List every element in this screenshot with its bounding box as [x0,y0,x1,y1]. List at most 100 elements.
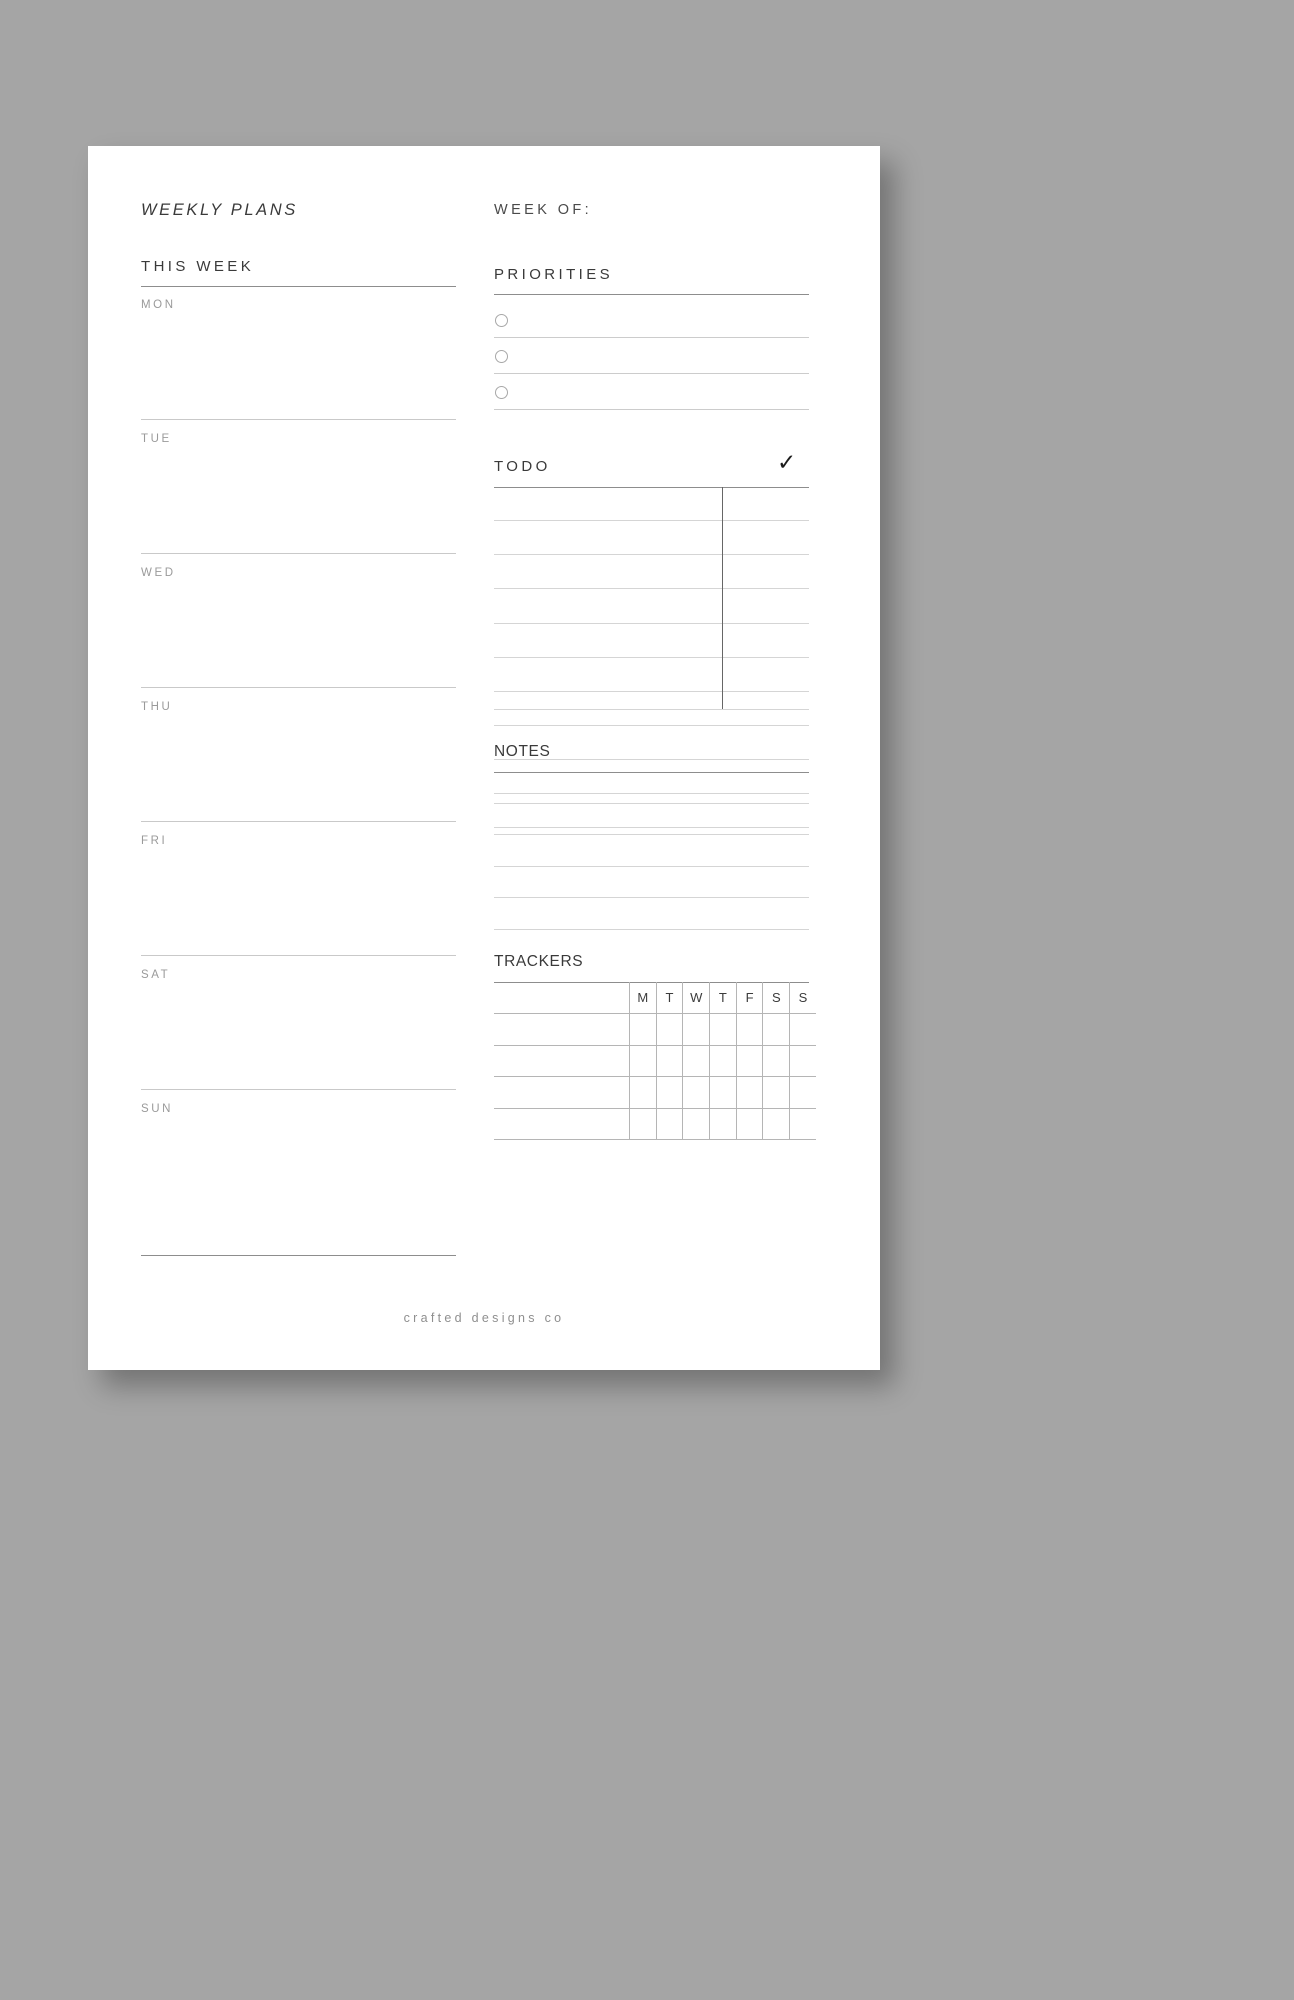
notes-heading: NOTES [494,743,551,760]
tracker-day-cell[interactable] [709,1044,737,1077]
todo-row[interactable] [494,624,809,658]
priorities-list [494,302,809,410]
tracker-day-cell[interactable] [682,1076,711,1109]
tracker-day-cell[interactable] [735,1013,764,1046]
priority-row[interactable] [494,374,809,410]
tracker-day-cell[interactable] [762,1013,791,1046]
this-week-divider [141,286,456,287]
tracker-day-cell[interactable] [762,1076,791,1109]
todo-row[interactable] [494,555,809,590]
trackers-row [494,1107,816,1140]
circle-checkbox-icon[interactable] [495,386,508,399]
day-label: TUE [141,433,172,445]
footer-brand: crafted designs co [403,1311,565,1325]
note-line[interactable] [494,835,809,867]
note-line[interactable] [494,867,809,898]
tracker-day-cell[interactable] [709,1107,737,1140]
day-divider [141,821,456,822]
trackers-row [494,1044,816,1077]
planner-page: WEEKLY PLANS THIS WEEK MON TUE WED THU FRI SA… [88,146,880,1370]
this-week-heading-row: THIS WEEK [141,258,254,276]
tracker-day-cell[interactable] [629,1044,657,1077]
trackers-row [494,1076,816,1109]
day-writing-area[interactable] [141,981,456,1089]
todo-row[interactable] [494,487,809,522]
tracker-day-cell[interactable] [789,1044,816,1077]
tracker-day-cell[interactable] [629,1076,657,1109]
day-block-sat: SAT [141,962,456,1096]
tracker-day-cell[interactable] [709,1076,737,1109]
day-writing-area[interactable] [141,445,456,553]
circle-checkbox-icon[interactable] [495,314,508,327]
note-line[interactable] [494,898,809,930]
day-divider [141,419,456,420]
trackers-header-row: MTWTFSS [494,982,816,1014]
day-divider [141,687,456,688]
trackers-day-header: S [762,982,791,1014]
trackers-heading-row: TRACKERS [494,953,583,971]
priority-write-line [494,409,809,410]
tracker-day-cell[interactable] [682,1013,711,1046]
todo-row[interactable] [494,521,809,556]
tracker-day-cell[interactable] [655,1076,684,1109]
week-of-row: WEEK OF: [494,201,592,219]
day-block-sun: SUN [141,1096,456,1262]
tracker-day-cell[interactable] [682,1107,711,1140]
this-week-heading: THIS WEEK [141,258,255,275]
priorities-divider [494,294,809,295]
tracker-day-cell[interactable] [789,1013,816,1046]
day-writing-area[interactable] [141,579,456,687]
todo-row[interactable] [494,658,809,692]
todo-table [494,487,809,829]
day-writing-area[interactable] [141,311,456,419]
todo-table-bottom-rule [494,709,809,710]
tracker-name-cell[interactable] [494,1076,630,1109]
todo-heading-row: TODO [494,458,551,476]
tracker-day-cell[interactable] [762,1044,791,1077]
tracker-day-cell[interactable] [735,1076,764,1109]
tracker-day-cell[interactable] [735,1107,764,1140]
day-label: SAT [141,969,171,981]
week-of-label: WEEK OF: [494,202,593,218]
trackers-day-header: F [735,982,764,1014]
day-writing-area[interactable] [141,1115,456,1255]
tracker-day-cell[interactable] [789,1107,816,1140]
day-writing-area[interactable] [141,713,456,821]
page-title: WEEKLY PLANS [141,201,298,219]
trackers-day-header: T [655,982,684,1014]
tracker-day-cell[interactable] [709,1013,737,1046]
trackers-day-header: T [709,982,737,1014]
circle-checkbox-icon[interactable] [495,350,508,363]
day-block-thu: THU [141,694,456,828]
tracker-day-cell[interactable] [629,1013,657,1046]
day-block-wed: WED [141,560,456,694]
tracker-day-cell[interactable] [762,1107,791,1140]
tracker-name-cell[interactable] [494,1107,630,1140]
tracker-day-cell[interactable] [655,1107,684,1140]
todo-column-divider [722,487,723,709]
priority-row[interactable] [494,302,809,338]
day-divider [141,1089,456,1090]
day-writing-area[interactable] [141,847,456,955]
priority-row[interactable] [494,338,809,374]
tracker-day-cell[interactable] [655,1013,684,1046]
tracker-day-cell[interactable] [682,1044,711,1077]
trackers-name-column-header [494,982,630,1014]
tracker-name-cell[interactable] [494,1013,630,1046]
todo-row[interactable] [494,589,809,624]
tracker-day-cell[interactable] [655,1044,684,1077]
trackers-day-header: S [789,982,816,1014]
tracker-day-cell[interactable] [735,1044,764,1077]
trackers-day-header: W [682,982,711,1014]
trackers-day-header: M [629,982,657,1014]
day-block-fri: FRI [141,828,456,962]
tracker-name-cell[interactable] [494,1044,630,1077]
note-line[interactable] [494,772,809,804]
day-label: THU [141,701,173,713]
note-line[interactable] [494,804,809,835]
tracker-day-cell[interactable] [789,1076,816,1109]
todo-heading: TODO [494,458,551,475]
tracker-day-cell[interactable] [629,1107,657,1140]
trackers-heading: TRACKERS [494,953,584,970]
day-divider [141,1255,456,1256]
